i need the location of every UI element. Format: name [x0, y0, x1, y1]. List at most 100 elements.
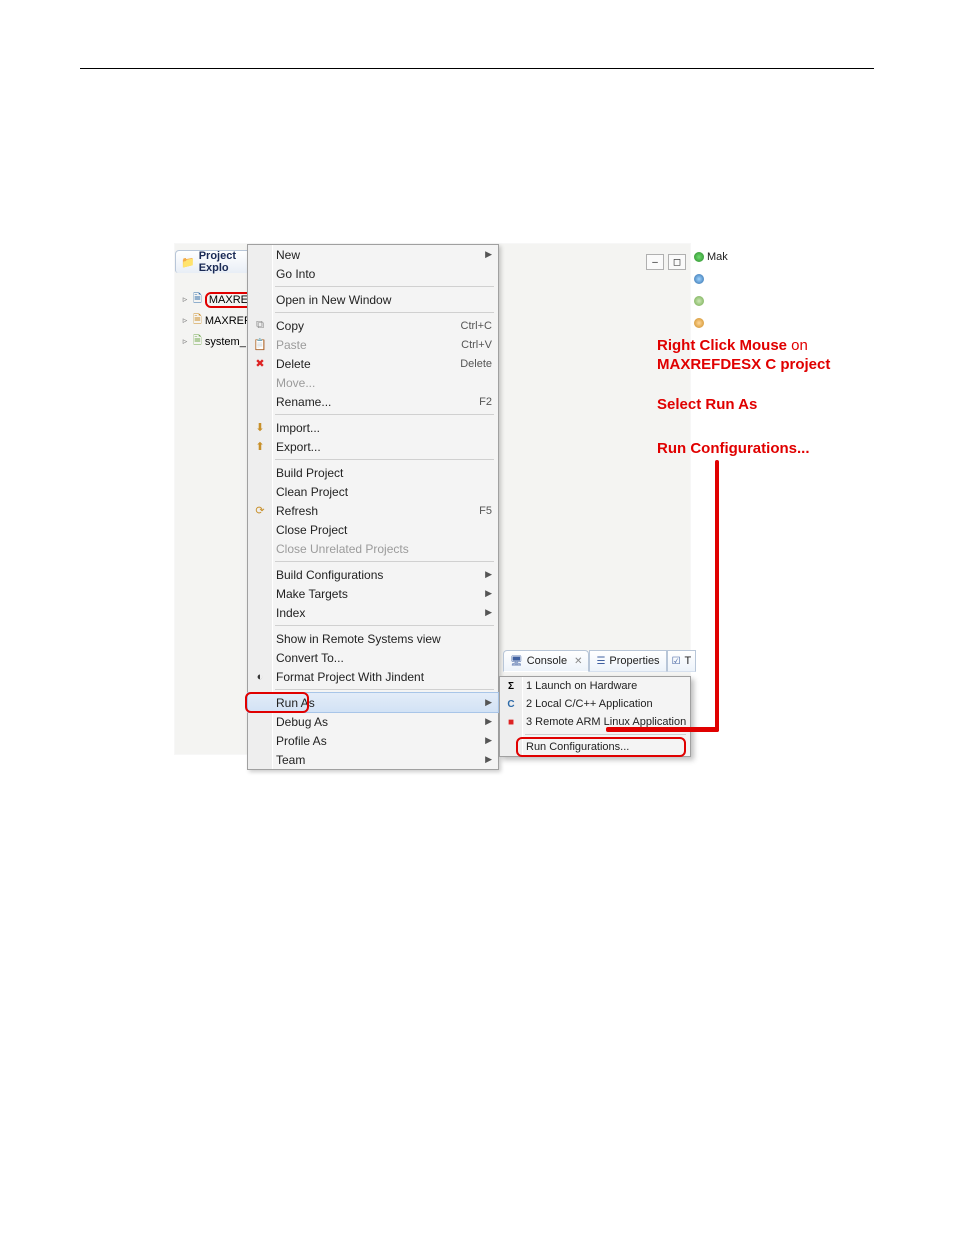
submenu-arrow-icon: ▶: [485, 588, 498, 599]
jindent-icon: ◐: [252, 669, 268, 684]
close-icon[interactable]: ✕: [571, 656, 582, 667]
menu-item-show-in-remote-systems-view[interactable]: Show in Remote Systems view: [248, 629, 498, 648]
bsp-project-icon: 🗎: [193, 332, 202, 351]
menu-item-new[interactable]: New▶: [248, 245, 498, 264]
menu-item-label: Move...: [276, 376, 498, 390]
menu-item-open-in-new-window[interactable]: Open in New Window: [248, 290, 498, 309]
maximize-view-icon[interactable]: ◻: [668, 254, 686, 270]
submenu-arrow-icon: ▶: [485, 716, 498, 727]
menu-item-paste: 📋 PasteCtrl+V: [248, 335, 498, 354]
submenu-arrow-icon: ▶: [485, 569, 498, 580]
menu-separator: [525, 734, 686, 735]
refresh-icon: ⟳: [252, 503, 268, 518]
expand-icon[interactable]: ▹: [180, 336, 190, 347]
menu-item-make-targets[interactable]: Make Targets▶: [248, 584, 498, 603]
annotation-text: Run Configurations...: [657, 440, 809, 457]
menu-item-label: Rename...: [276, 395, 479, 409]
menu-item-import[interactable]: ⬇Import...: [248, 418, 498, 437]
toolbar-icon-a[interactable]: [694, 270, 732, 288]
paste-icon: 📋: [252, 337, 268, 352]
tree-item-label: MAXREF: [205, 315, 251, 327]
menu-item-profile-as[interactable]: Profile As▶: [248, 731, 498, 750]
menu-item-close-project[interactable]: Close Project: [248, 520, 498, 539]
menu-item-debug-as[interactable]: Debug As▶: [248, 712, 498, 731]
submenu-arrow-icon: ▶: [485, 735, 498, 746]
annotation-connector-horizontal: [606, 727, 719, 732]
menu-separator: [275, 414, 494, 415]
menu-item-label: Refresh: [276, 504, 479, 518]
minimize-view-icon[interactable]: –: [646, 254, 664, 270]
make-target-label: Mak: [707, 251, 728, 263]
run-as-submenu: Σ 1 Launch on Hardware C2 Local C/C++ Appl…: [499, 676, 691, 757]
annotation-right-click: Right Click Mouse on MAXREFDESX C projec…: [657, 337, 917, 375]
annotation-select-run-as: Select Run As: [657, 396, 917, 415]
menu-item-label: Profile As: [276, 734, 485, 748]
menu-separator: [275, 459, 494, 460]
submenu-item-label: 2 Local C/C++ Application: [526, 698, 653, 710]
console-tab[interactable]: 🖥 Console ✕: [503, 650, 589, 672]
menu-item-index[interactable]: Index▶: [248, 603, 498, 622]
hw-project-icon: 🗎: [193, 311, 202, 330]
properties-tab[interactable]: ☰ Properties: [589, 650, 666, 672]
properties-icon: ☰: [596, 656, 605, 667]
menu-item-label: Show in Remote Systems view: [276, 632, 498, 646]
menu-item-build-project[interactable]: Build Project: [248, 463, 498, 482]
extra-tab[interactable]: ☑ T: [667, 650, 697, 672]
submenu-item-label: 1 Launch on Hardware: [526, 680, 637, 692]
menu-item-label: Import...: [276, 421, 498, 435]
annotation-connector-vertical: [715, 460, 719, 732]
submenu-arrow-icon: ▶: [485, 607, 498, 618]
annotation-text: Right Click Mouse: [657, 337, 787, 354]
expand-icon[interactable]: ▹: [180, 315, 190, 326]
view-controls: – ◻: [646, 254, 690, 270]
menu-item-export[interactable]: ⬆ Export...: [248, 437, 498, 456]
submenu-item-label: Run Configurations...: [526, 741, 629, 753]
properties-tab-label: Properties: [609, 655, 659, 667]
menu-item-label: Clean Project: [276, 485, 498, 499]
menu-item-clean-project[interactable]: Clean Project: [248, 482, 498, 501]
menu-item-rename[interactable]: Rename...F2: [248, 392, 498, 411]
menu-item-label: Close Unrelated Projects: [276, 542, 498, 556]
export-icon: ⬆: [252, 439, 268, 454]
menu-item-label: Build Project: [276, 466, 498, 480]
toolbar-icon-c[interactable]: [694, 314, 732, 332]
menu-item-build-configurations[interactable]: Build Configurations▶: [248, 565, 498, 584]
submenu-item-2-local-c-c-application[interactable]: C2 Local C/C++ Application: [500, 695, 690, 713]
dot-icon: [694, 296, 704, 306]
context-menu: New▶Go Into Open in New Window ⧉CopyCtrl+C…: [247, 244, 499, 770]
toolbar-icon-b[interactable]: [694, 292, 732, 310]
menu-item-convert-to[interactable]: Convert To...: [248, 648, 498, 667]
annotation-text: Select Run As: [657, 396, 757, 413]
menu-item-copy[interactable]: ⧉CopyCtrl+C: [248, 316, 498, 335]
make-target-button[interactable]: Mak: [694, 248, 732, 266]
menu-item-accelerator: Delete: [460, 358, 498, 370]
menu-item-label: Convert To...: [276, 651, 498, 665]
menu-item-format-project-with-jindent[interactable]: ◐ Format Project With Jindent: [248, 667, 498, 686]
menu-item-refresh[interactable]: ⟳ RefreshF5: [248, 501, 498, 520]
menu-item-label: Delete: [276, 357, 460, 371]
menu-item-team[interactable]: Team▶: [248, 750, 498, 769]
menu-item-delete[interactable]: ✖DeleteDelete: [248, 354, 498, 373]
submenu-arrow-icon: ▶: [485, 249, 498, 260]
menu-separator: [275, 286, 494, 287]
page-divider: [80, 68, 874, 69]
submenu-item-1-launch-on-hardware[interactable]: Σ 1 Launch on Hardware: [500, 677, 690, 695]
menu-separator: [275, 689, 494, 690]
menu-item-label: Paste: [276, 338, 461, 352]
sigma-icon: Σ: [503, 679, 519, 693]
submenu-item-run-configurations[interactable]: Run Configurations...: [500, 738, 690, 756]
menu-item-accelerator: F5: [479, 505, 498, 517]
submenu-arrow-icon: ▶: [485, 754, 498, 765]
folder-icon: 📁: [181, 256, 195, 269]
menu-item-go-into[interactable]: Go Into: [248, 264, 498, 283]
eclipse-screenshot: 📁 Project Explo – ◻ Mak ▹ 🗎 MAXREF ▹: [175, 244, 690, 754]
menu-item-label: Export...: [276, 440, 498, 454]
menu-item-label: Format Project With Jindent: [276, 670, 498, 684]
menu-item-run-as[interactable]: Run As▶: [248, 693, 498, 712]
expand-icon[interactable]: ▹: [180, 294, 190, 305]
annotation-run-configurations: Run Configurations...: [657, 440, 917, 459]
make-target-icon: [694, 252, 704, 262]
menu-item-label: Team: [276, 753, 485, 767]
menu-item-label: Build Configurations: [276, 568, 485, 582]
menu-item-accelerator: Ctrl+V: [461, 339, 498, 351]
